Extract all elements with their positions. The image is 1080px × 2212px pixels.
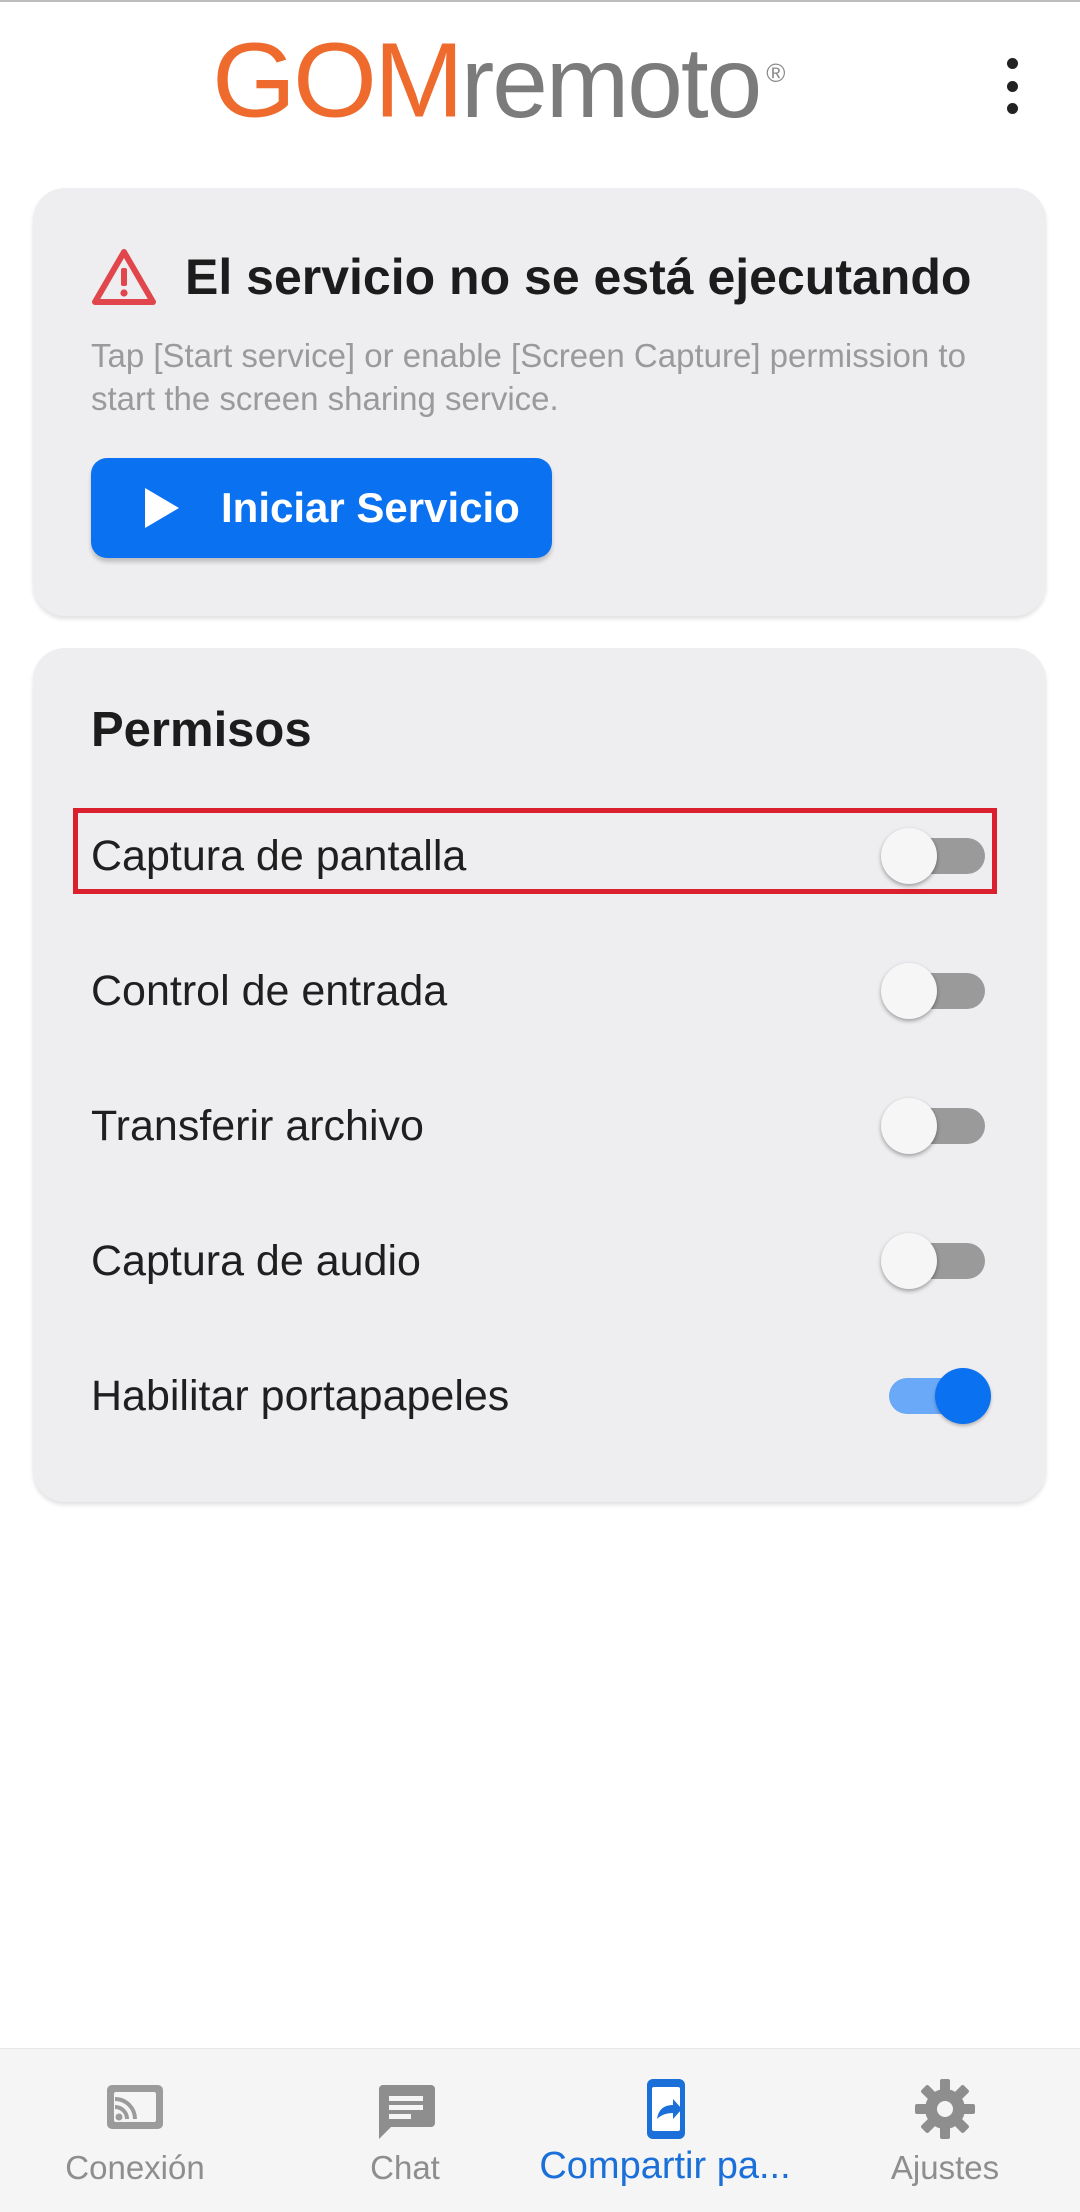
nav-item-compartir[interactable]: Compartir pa... (530, 2049, 800, 2212)
status-header: El servicio no se está ejecutando (91, 248, 971, 306)
start-service-button[interactable]: Iniciar Servicio (91, 458, 552, 558)
file-transfer-toggle[interactable] (881, 1098, 987, 1154)
settings-gear-icon (915, 2079, 975, 2139)
toggle-knob (881, 963, 937, 1019)
app-logo: GOM remoto ® (212, 20, 785, 140)
app-header: GOM remoto ® (0, 2, 1080, 178)
permissions-card: Permisos Captura de pantalla Control de … (33, 648, 1046, 1502)
menu-dot (1006, 58, 1018, 69)
audio-capture-toggle[interactable] (881, 1233, 987, 1289)
permission-row-audio-capture: Captura de audio (63, 1217, 1016, 1305)
nav-label: Ajustes (890, 2149, 1000, 2186)
more-vert-icon[interactable] (990, 58, 1034, 114)
chat-icon (379, 2085, 435, 2139)
cast-icon (107, 2085, 163, 2129)
service-status-card: El servicio no se está ejecutando Tap [S… (33, 188, 1046, 616)
logo-registered-mark: ® (766, 58, 786, 88)
permission-label: Captura de audio (91, 1236, 421, 1285)
input-control-toggle[interactable] (881, 963, 987, 1019)
status-title: El servicio no se está ejecutando (185, 249, 972, 305)
logo-brand-text: GOM (212, 20, 464, 139)
toggle-knob (881, 828, 937, 884)
play-icon (145, 488, 179, 528)
permission-label: Control de entrada (91, 966, 448, 1015)
nav-label: Conexión (65, 2149, 205, 2186)
screen-share-icon (647, 2079, 685, 2139)
permissions-title: Permisos (91, 703, 312, 757)
permission-label: Transferir archivo (91, 1101, 424, 1150)
permission-label: Captura de pantalla (91, 831, 467, 880)
menu-dot (1006, 80, 1018, 92)
nav-item-ajustes[interactable]: Ajustes (850, 2049, 1040, 2212)
nav-item-chat[interactable]: Chat (310, 2049, 500, 2212)
toggle-knob (935, 1368, 991, 1424)
nav-label: Chat (370, 2149, 440, 2186)
nav-item-conexion[interactable]: Conexión (40, 2049, 230, 2212)
status-description: Tap [Start service] or enable [Screen Ca… (91, 337, 966, 417)
permission-row-input-control: Control de entrada (63, 947, 1016, 1035)
permission-label: Habilitar portapapeles (91, 1371, 510, 1420)
menu-dot (1006, 103, 1018, 114)
start-service-label: Iniciar Servicio (221, 484, 520, 531)
logo-word-text: remoto (460, 27, 762, 139)
screen-capture-toggle[interactable] (881, 828, 987, 884)
warning-triangle-icon (92, 249, 156, 305)
toggle-knob (881, 1098, 937, 1154)
clipboard-toggle[interactable] (881, 1368, 991, 1424)
nav-label: Compartir pa... (539, 2145, 791, 2187)
bottom-navigation: Conexión Chat Compartir pa... Ajustes (0, 2048, 1080, 2212)
permission-row-screen-capture: Captura de pantalla (63, 812, 1016, 900)
permission-row-clipboard: Habilitar portapapeles (63, 1352, 1016, 1440)
permission-row-file-transfer: Transferir archivo (63, 1082, 1016, 1170)
toggle-knob (881, 1233, 937, 1289)
